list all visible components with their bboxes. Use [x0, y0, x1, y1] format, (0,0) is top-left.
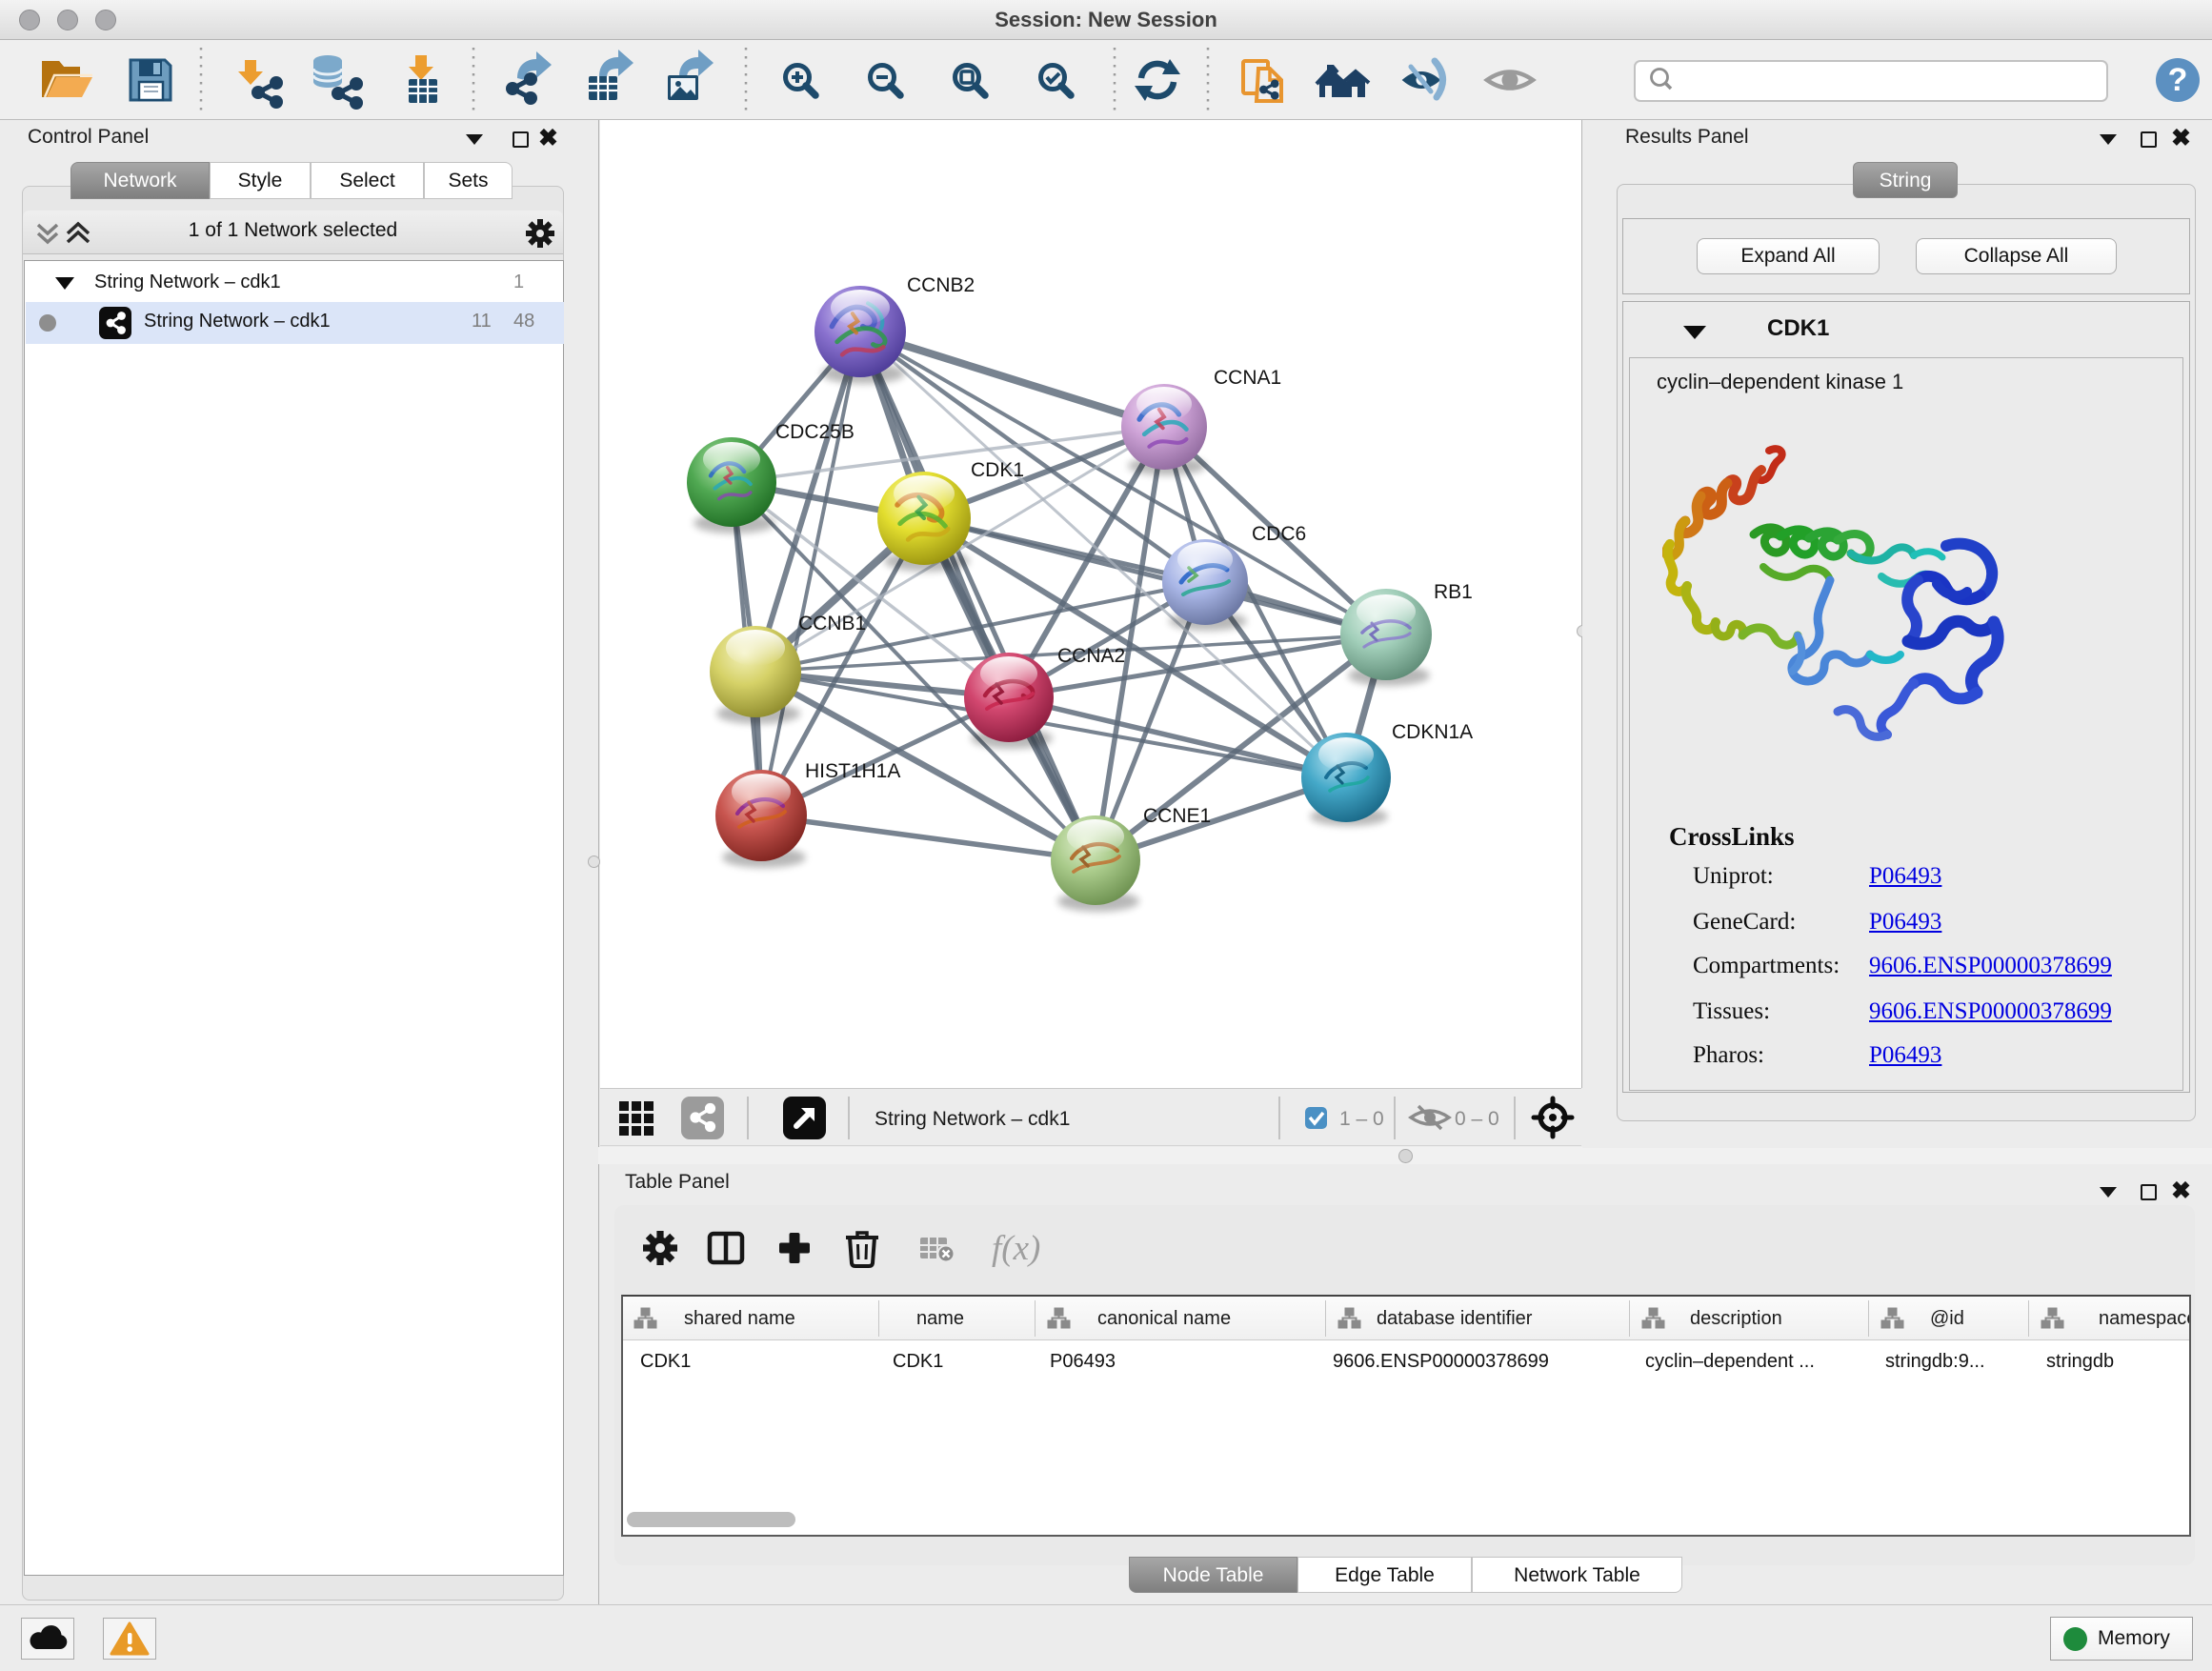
svg-text:HIST1H1A: HIST1H1A — [805, 760, 900, 782]
svg-text:CDKN1A: CDKN1A — [1392, 721, 1473, 743]
svg-text:1 – 0: 1 – 0 — [1339, 1108, 1384, 1130]
svg-text:CDC6: CDC6 — [1252, 523, 1306, 545]
svg-text:CCNB2: CCNB2 — [907, 274, 975, 296]
svg-text:CCNA1: CCNA1 — [1214, 367, 1281, 389]
svg-text:CCNE1: CCNE1 — [1143, 805, 1211, 827]
svg-text:CCNB1: CCNB1 — [798, 613, 866, 634]
svg-text:0 – 0: 0 – 0 — [1455, 1108, 1499, 1130]
svg-text:String Network – cdk1: String Network – cdk1 — [875, 1108, 1070, 1130]
svg-text:f(x): f(x) — [992, 1229, 1040, 1268]
svg-text:?: ? — [2168, 62, 2188, 98]
svg-text:RB1: RB1 — [1434, 581, 1473, 603]
svg-text:CDK1: CDK1 — [971, 459, 1024, 481]
svg-text:CCNA2: CCNA2 — [1057, 645, 1125, 667]
svg-text:CDC25B: CDC25B — [775, 421, 855, 443]
